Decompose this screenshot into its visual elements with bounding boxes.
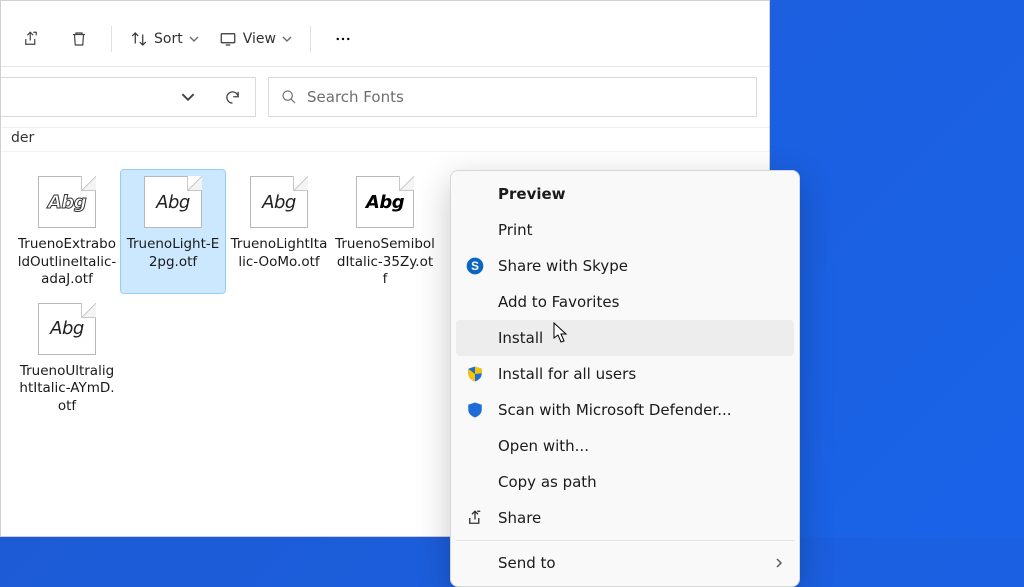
title-bar [1,1,769,11]
toolbar: Sort View [1,11,769,67]
context-menu-label: Preview [498,185,784,203]
file-item[interactable]: Abg TruenoLight-E2pg.otf [121,170,225,293]
font-file-icon: Abg [250,176,308,228]
blank-icon [464,435,486,457]
context-menu-label: Scan with Microsoft Defender... [498,401,784,419]
context-menu-label: Install for all users [498,365,784,383]
view-label: View [243,31,276,47]
maximize-button[interactable] [653,0,711,13]
chevron-down-icon [189,34,199,44]
search-input[interactable]: Search Fonts [268,77,757,117]
sort-icon [130,30,148,48]
more-icon [334,30,352,48]
context-menu-item[interactable]: S Share with Skype [456,248,794,284]
context-menu-item[interactable]: Install for all users [456,356,794,392]
font-file-icon: Abg [356,176,414,228]
chevron-down-icon [282,34,292,44]
file-name: TruenoLightItalic-OoMo.otf [229,236,329,271]
recent-locations-button[interactable] [171,90,205,104]
context-menu-label: Share [498,509,784,527]
sort-button[interactable]: Sort [124,19,205,59]
breadcrumb[interactable]: der [1,128,769,152]
context-menu-item[interactable]: Open with... [456,428,794,464]
context-menu-label: Print [498,221,784,239]
blank-icon [464,327,486,349]
mouse-cursor [553,322,569,344]
file-item[interactable]: Abg TruenoLightItalic-OoMo.otf [227,170,331,293]
context-menu-label: Open with... [498,437,784,455]
search-placeholder: Search Fonts [307,88,404,106]
view-button[interactable]: View [213,19,298,59]
context-menu-label: Send to [498,554,762,572]
chevron-down-icon [181,90,195,104]
context-menu-label: Share with Skype [498,257,784,275]
separator [310,26,311,52]
context-menu-item[interactable]: Scan with Microsoft Defender... [456,392,794,428]
close-button[interactable] [711,0,769,13]
file-item[interactable]: Abg TruenoUltralightItalic-AYmD.otf [15,297,119,420]
search-icon [281,89,297,105]
file-name: TruenoLight-E2pg.otf [123,236,223,271]
separator [456,540,794,541]
file-name: TruenoUltralightItalic-AYmD.otf [17,363,117,416]
separator [111,26,112,52]
blank-icon [464,219,486,241]
context-menu-item-sendto[interactable]: Send to [456,545,794,581]
view-icon [219,30,237,48]
context-menu-item[interactable]: Install [456,320,794,356]
context-menu-label: Add to Favorites [498,293,784,311]
more-button[interactable] [323,19,363,59]
nav-row: Search Fonts [1,67,769,128]
shield-uac-icon [464,363,486,385]
blank-icon [464,471,486,493]
chevron-right-icon [774,554,784,572]
file-name: TruenoExtraboldOutlineItalic-adaJ.otf [17,236,117,289]
skype-icon: S [464,255,486,277]
font-file-icon: Abg [38,176,96,228]
share-icon [464,507,486,529]
trash-icon [70,30,88,48]
context-menu-item[interactable]: Share [456,500,794,536]
font-file-icon: Abg [38,303,96,355]
refresh-button[interactable] [215,89,249,106]
context-menu-item[interactable]: Print [456,212,794,248]
font-file-icon: Abg [144,176,202,228]
blank-icon [464,291,486,313]
file-name: TruenoSemiboldItalic-35Zy.otf [335,236,435,289]
context-menu-item[interactable]: Add to Favorites [456,284,794,320]
sort-label: Sort [154,31,183,47]
blank-icon [464,552,486,574]
refresh-icon [224,89,241,106]
share-button[interactable] [11,19,51,59]
defender-shield-icon [464,399,486,421]
share-icon [22,30,40,48]
context-menu-item[interactable]: Preview [456,176,794,212]
address-bar[interactable] [1,77,256,117]
delete-button[interactable] [59,19,99,59]
context-menu: Preview Print S Share with Skype Add to Favo… [450,170,800,587]
context-menu-item[interactable]: Copy as path [456,464,794,500]
context-menu-label: Copy as path [498,473,784,491]
file-item[interactable]: Abg TruenoSemiboldItalic-35Zy.otf [333,170,437,293]
context-menu-label: Install [498,329,784,347]
svg-text:S: S [471,260,479,273]
blank-icon [464,183,486,205]
file-item[interactable]: Abg TruenoExtraboldOutlineItalic-adaJ.otf [15,170,119,293]
